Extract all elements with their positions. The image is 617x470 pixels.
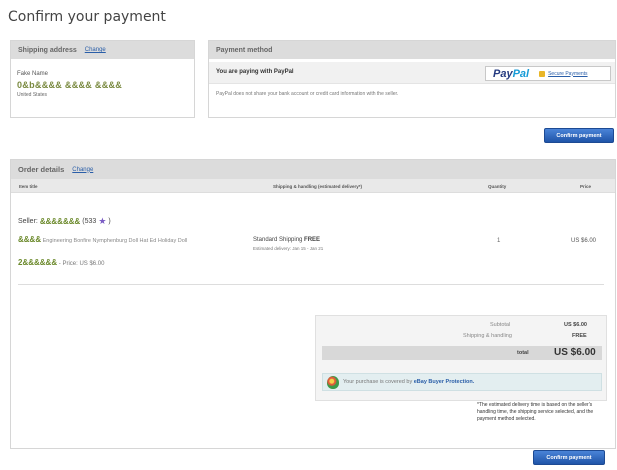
paypal-logo: PayPal bbox=[493, 67, 530, 80]
shipping-handling-value: FREE bbox=[572, 333, 587, 339]
order-column-headers: Item title Shipping & handling (estimate… bbox=[11, 179, 615, 193]
shipping-change-link[interactable]: Change bbox=[85, 47, 106, 53]
item-id: 2&&&&&& bbox=[18, 258, 58, 267]
item-title-text: Engineering Bonfire Nymphenburg Doll Hat… bbox=[42, 238, 188, 244]
payment-method-header: Payment method bbox=[209, 41, 615, 59]
order-details-header: Order details Change bbox=[11, 160, 615, 179]
shipping-handling-label: Shipping & handling bbox=[463, 333, 512, 339]
total-bar: total US $6.00 bbox=[322, 346, 602, 360]
recipient-name: Fake Name bbox=[17, 71, 49, 77]
buyer-protection-banner: Your purchase is covered by eBay Buyer P… bbox=[322, 373, 602, 391]
shipping-address-header: Shipping address Change bbox=[11, 41, 194, 59]
buyer-protection-shield-icon bbox=[327, 375, 339, 389]
paying-with-label: You are paying with PayPal bbox=[216, 69, 294, 75]
col-item-title: Item title bbox=[19, 184, 38, 189]
street-address: 0&b&&&& &&&& &&&& bbox=[17, 80, 123, 90]
shipping-address-heading: Shipping address bbox=[18, 46, 77, 54]
buyer-protection-text: Your purchase is covered by eBay Buyer P… bbox=[343, 379, 475, 385]
subtotal-value: US $6.00 bbox=[564, 322, 587, 328]
shipping-cost: FREE bbox=[304, 237, 321, 243]
col-price: Price bbox=[580, 184, 592, 189]
item-quantity: 1 bbox=[497, 238, 501, 244]
payment-method-panel: Payment method You are paying with PayPa… bbox=[208, 40, 616, 118]
item-title[interactable]: &&&& Engineering Bonfire Nymphenburg Dol… bbox=[18, 236, 203, 245]
feedback-star-icon: ★ bbox=[98, 216, 107, 226]
seller-label: Seller: bbox=[18, 218, 38, 225]
shipping-method-name: Standard Shipping bbox=[253, 237, 303, 243]
seller-feedback-end: ) bbox=[108, 218, 111, 225]
confirm-payment-button-bottom[interactable]: Confirm payment bbox=[533, 450, 605, 465]
order-change-link[interactable]: Change bbox=[72, 167, 93, 173]
total-value: US $6.00 bbox=[554, 347, 596, 358]
confirm-payment-button-top[interactable]: Confirm payment bbox=[544, 128, 614, 143]
secure-payments-link[interactable]: Secure Payments bbox=[548, 71, 587, 77]
paypal-privacy-note: PayPal does not share your bank account … bbox=[216, 91, 399, 97]
page-title: Confirm your payment bbox=[8, 9, 166, 25]
paypal-logo-box: PayPal Secure Payments bbox=[485, 66, 611, 81]
seller-line: Seller: &&&&&&& (533 ★ ) bbox=[18, 216, 111, 227]
col-quantity: Quantity bbox=[488, 184, 507, 189]
order-divider bbox=[18, 284, 604, 285]
order-summary: Subtotal US $6.00 Shipping & handling FR… bbox=[315, 315, 607, 401]
total-label: total bbox=[517, 350, 529, 356]
order-details-heading: Order details bbox=[18, 165, 65, 174]
item-id-price: 2&&&&&& - Price: US $6.00 bbox=[18, 258, 104, 267]
country-line: United States bbox=[17, 92, 48, 98]
seller-name[interactable]: &&&&&&& bbox=[40, 217, 80, 226]
item-price: US $6.00 bbox=[571, 238, 597, 244]
estimated-delivery: Estimated delivery: Jan 15 - Jan 21 bbox=[253, 246, 324, 251]
shipping-method: Standard Shipping FREE bbox=[253, 237, 320, 243]
payment-method-heading: Payment method bbox=[216, 46, 273, 54]
order-details-panel: Order details Change Item title Shipping… bbox=[10, 159, 616, 449]
shipping-address-panel: Shipping address Change Fake Name 0&b&&&… bbox=[10, 40, 195, 118]
item-title-blurred: &&&& bbox=[18, 235, 42, 244]
paypal-row: You are paying with PayPal PayPal Secure… bbox=[209, 62, 615, 84]
item-price-line: - Price: US $6.00 bbox=[58, 261, 105, 267]
col-shipping: Shipping & handling (estimated delivery*… bbox=[273, 184, 363, 189]
delivery-estimate-note: *The estimated delivery time is based on… bbox=[477, 402, 594, 422]
lock-icon bbox=[539, 70, 546, 77]
buyer-protection-link[interactable]: eBay Buyer Protection. bbox=[414, 379, 475, 385]
subtotal-label: Subtotal bbox=[490, 322, 511, 328]
seller-feedback: (533 bbox=[82, 218, 97, 225]
